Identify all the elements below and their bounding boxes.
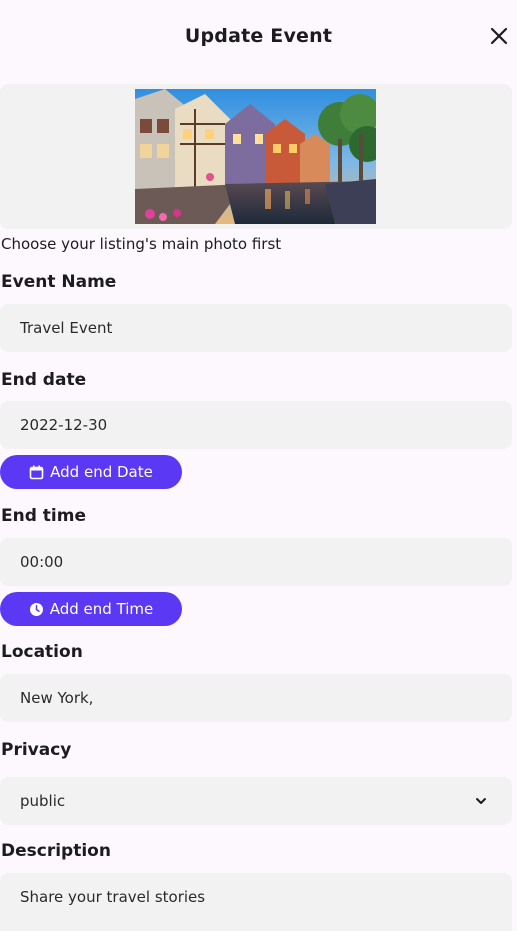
add-end-time-button[interactable]: Add end Time — [0, 592, 182, 626]
privacy-value: public — [20, 792, 66, 810]
chevron-down-icon — [476, 798, 486, 804]
header: Update Event — [0, 0, 517, 76]
main-photo-picker[interactable] — [0, 84, 512, 229]
clock-icon — [29, 602, 44, 617]
event-name-label: Event Name — [1, 272, 117, 292]
description-label: Description — [1, 841, 111, 861]
location-field[interactable]: New York, — [0, 674, 512, 722]
location-label: Location — [1, 642, 83, 662]
end-date-label: End date — [1, 370, 87, 390]
privacy-label: Privacy — [1, 740, 72, 760]
end-time-label: End time — [1, 506, 86, 526]
privacy-select[interactable]: public — [0, 777, 512, 825]
description-field[interactable]: Share your travel stories — [0, 873, 512, 931]
add-end-time-label: Add end Time — [49, 600, 154, 618]
end-time-field[interactable]: 00:00 — [0, 538, 512, 586]
close-icon[interactable] — [489, 26, 509, 46]
end-date-field[interactable]: 2022-12-30 — [0, 401, 512, 449]
page-title: Update Event — [184, 25, 333, 47]
add-end-date-label: Add end Date — [50, 463, 153, 481]
event-photo — [135, 89, 376, 224]
calendar-icon — [29, 465, 44, 480]
photo-hint: Choose your listing's main photo first — [1, 235, 282, 253]
add-end-date-button[interactable]: Add end Date — [0, 455, 182, 489]
event-name-field[interactable]: Travel Event — [0, 304, 512, 352]
